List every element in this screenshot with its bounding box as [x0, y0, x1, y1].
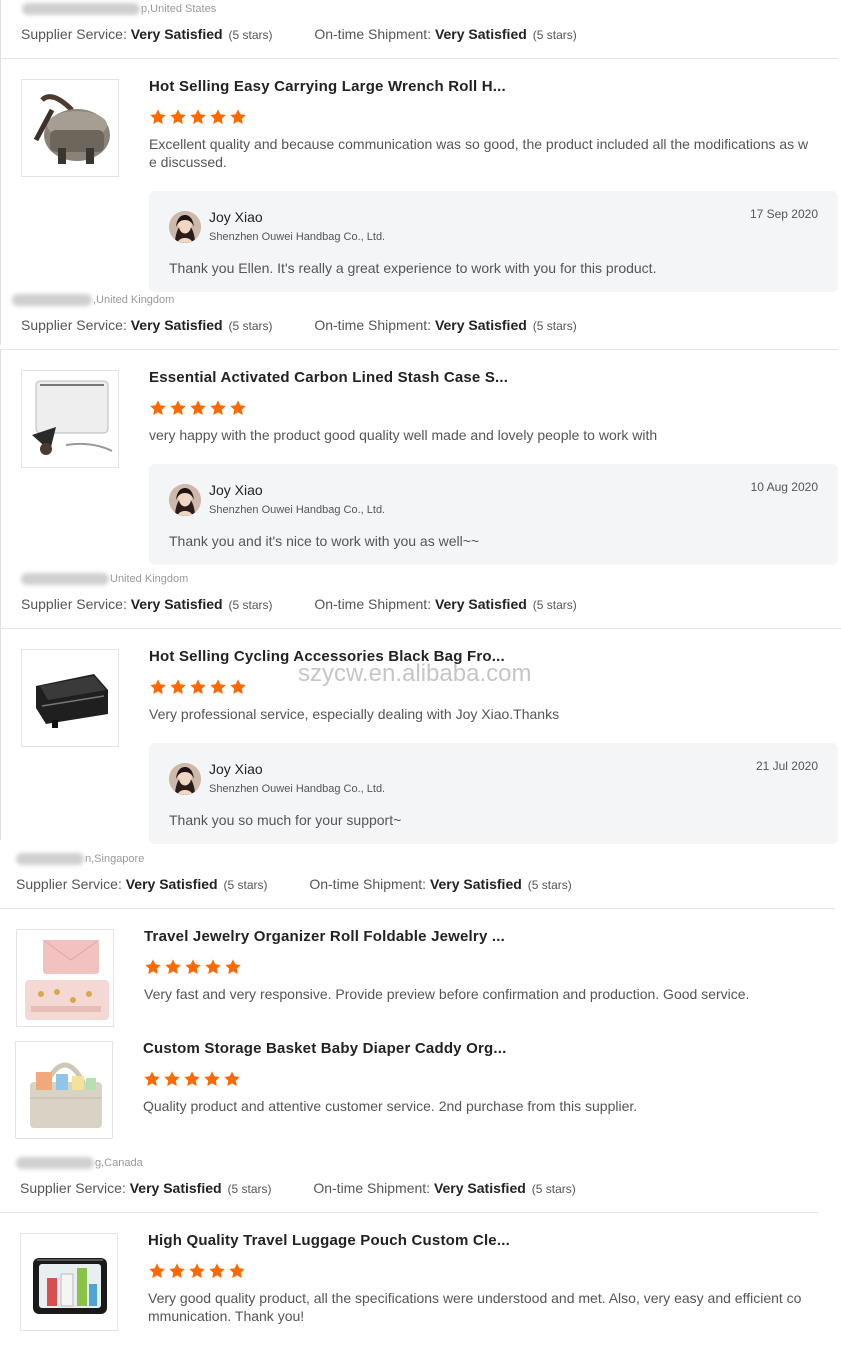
- star-rating: [148, 1262, 246, 1280]
- product-title[interactable]: Hot Selling Easy Carrying Large Wrench R…: [149, 78, 506, 95]
- reply-company: Shenzhen Ouwei Handbag Co., Ltd.: [209, 783, 386, 795]
- reply-company: Shenzhen Ouwei Handbag Co., Ltd.: [209, 504, 386, 516]
- review-text: Very fast and very responsive. Provide p…: [144, 986, 750, 1002]
- review-text: Very professional service, especially de…: [149, 706, 560, 722]
- star-icon: [168, 1262, 186, 1280]
- avatar: [169, 763, 201, 795]
- diaper-caddy-photo-icon: [16, 1042, 112, 1138]
- avatar: [169, 484, 201, 516]
- product-thumbnail[interactable]: [21, 370, 119, 468]
- star-icon: [209, 399, 227, 417]
- tool-bag-photo-icon: [22, 80, 118, 176]
- star-icon: [189, 678, 207, 696]
- stash-case-photo-icon: [22, 371, 118, 467]
- clear-pouch-photo-icon: [21, 1234, 117, 1330]
- star-icon: [209, 678, 227, 696]
- left-border: [0, 0, 1, 345]
- rating-summary: Supplier Service: Very Satisfied (5 stars…: [16, 876, 572, 892]
- rating-summary: Supplier Service: Very Satisfied (5 stars…: [21, 26, 577, 42]
- reply-date: 10 Aug 2020: [750, 480, 818, 494]
- reply-message: Thank you and it's nice to work with you…: [169, 533, 480, 549]
- star-icon: [223, 1070, 241, 1088]
- buyer-location: p,United States: [22, 3, 216, 16]
- divider: [0, 349, 838, 350]
- buyer-location: ,United Kingdom: [12, 294, 174, 307]
- product-thumbnail[interactable]: [21, 79, 119, 177]
- jewelry-roll-photo-icon: [17, 930, 113, 1026]
- product-thumbnail[interactable]: [20, 1233, 118, 1331]
- star-icon: [169, 108, 187, 126]
- star-icon: [229, 399, 247, 417]
- divider: [0, 908, 835, 909]
- star-icon: [149, 678, 167, 696]
- reply-date: 17 Sep 2020: [749, 207, 818, 221]
- star-icon: [228, 1262, 246, 1280]
- reply-message: Thank you so much for your support~: [169, 812, 402, 828]
- star-rating: [143, 1070, 241, 1088]
- star-icon: [183, 1070, 201, 1088]
- star-icon: [203, 1070, 221, 1088]
- supplier-reply: Joy Xiao Shenzhen Ouwei Handbag Co., Ltd…: [149, 464, 838, 565]
- product-thumbnail[interactable]: [21, 649, 119, 747]
- star-icon: [149, 108, 167, 126]
- star-icon: [164, 958, 182, 976]
- buyer-location: United Kingdom: [21, 573, 188, 586]
- star-icon: [229, 108, 247, 126]
- buyer-location: n,Singapore: [16, 853, 144, 866]
- rating-summary: Supplier Service: Very Satisfied (5 stars…: [21, 317, 577, 333]
- star-icon: [189, 108, 207, 126]
- reply-author: Joy Xiao: [209, 761, 263, 777]
- review-text: Quality product and attentive customer s…: [143, 1098, 638, 1114]
- reply-message: Thank you Ellen. It's really a great exp…: [169, 260, 657, 276]
- avatar: [169, 211, 201, 243]
- product-title[interactable]: Travel Jewelry Organizer Roll Foldable J…: [144, 928, 505, 945]
- product-thumbnail[interactable]: [15, 1041, 113, 1139]
- divider: [0, 628, 841, 629]
- star-icon: [184, 958, 202, 976]
- star-rating: [149, 108, 247, 126]
- rating-summary: Supplier Service: Very Satisfied (5 stars…: [21, 596, 577, 612]
- star-rating: [149, 399, 247, 417]
- product-title[interactable]: High Quality Travel Luggage Pouch Custom…: [148, 1232, 510, 1249]
- star-icon: [224, 958, 242, 976]
- left-border: [0, 350, 1, 840]
- star-icon: [209, 108, 227, 126]
- watermark: szycw.en.alibaba.com: [298, 660, 532, 687]
- star-icon: [143, 1070, 161, 1088]
- review-text: very happy with the product good quality…: [149, 427, 658, 443]
- review-text: Excellent quality and because communicat…: [149, 136, 809, 170]
- star-icon: [204, 958, 222, 976]
- star-icon: [208, 1262, 226, 1280]
- star-icon: [229, 678, 247, 696]
- divider: [0, 58, 838, 59]
- reply-author: Joy Xiao: [209, 209, 263, 225]
- rating-summary: Supplier Service: Very Satisfied (5 stars…: [20, 1180, 576, 1196]
- star-icon: [188, 1262, 206, 1280]
- product-title[interactable]: Essential Activated Carbon Lined Stash C…: [149, 369, 508, 386]
- star-icon: [169, 678, 187, 696]
- star-icon: [163, 1070, 181, 1088]
- product-title[interactable]: Custom Storage Basket Baby Diaper Caddy …: [143, 1040, 506, 1057]
- star-icon: [144, 958, 162, 976]
- reply-author: Joy Xiao: [209, 482, 263, 498]
- reply-company: Shenzhen Ouwei Handbag Co., Ltd.: [209, 231, 386, 243]
- star-rating: [144, 958, 242, 976]
- star-icon: [189, 399, 207, 417]
- supplier-reply: Joy Xiao Shenzhen Ouwei Handbag Co., Ltd…: [149, 743, 838, 844]
- supplier-reply: Joy Xiao Shenzhen Ouwei Handbag Co., Ltd…: [149, 191, 838, 292]
- product-thumbnail[interactable]: [16, 929, 114, 1027]
- star-rating: [149, 678, 247, 696]
- star-icon: [169, 399, 187, 417]
- bike-bag-photo-icon: [22, 650, 118, 746]
- review-text: Very good quality product, all the speci…: [148, 1290, 802, 1324]
- divider: [0, 1212, 818, 1213]
- reply-date: 21 Jul 2020: [755, 759, 818, 773]
- buyer-location: g,Canada: [16, 1157, 143, 1170]
- star-icon: [149, 399, 167, 417]
- star-icon: [148, 1262, 166, 1280]
